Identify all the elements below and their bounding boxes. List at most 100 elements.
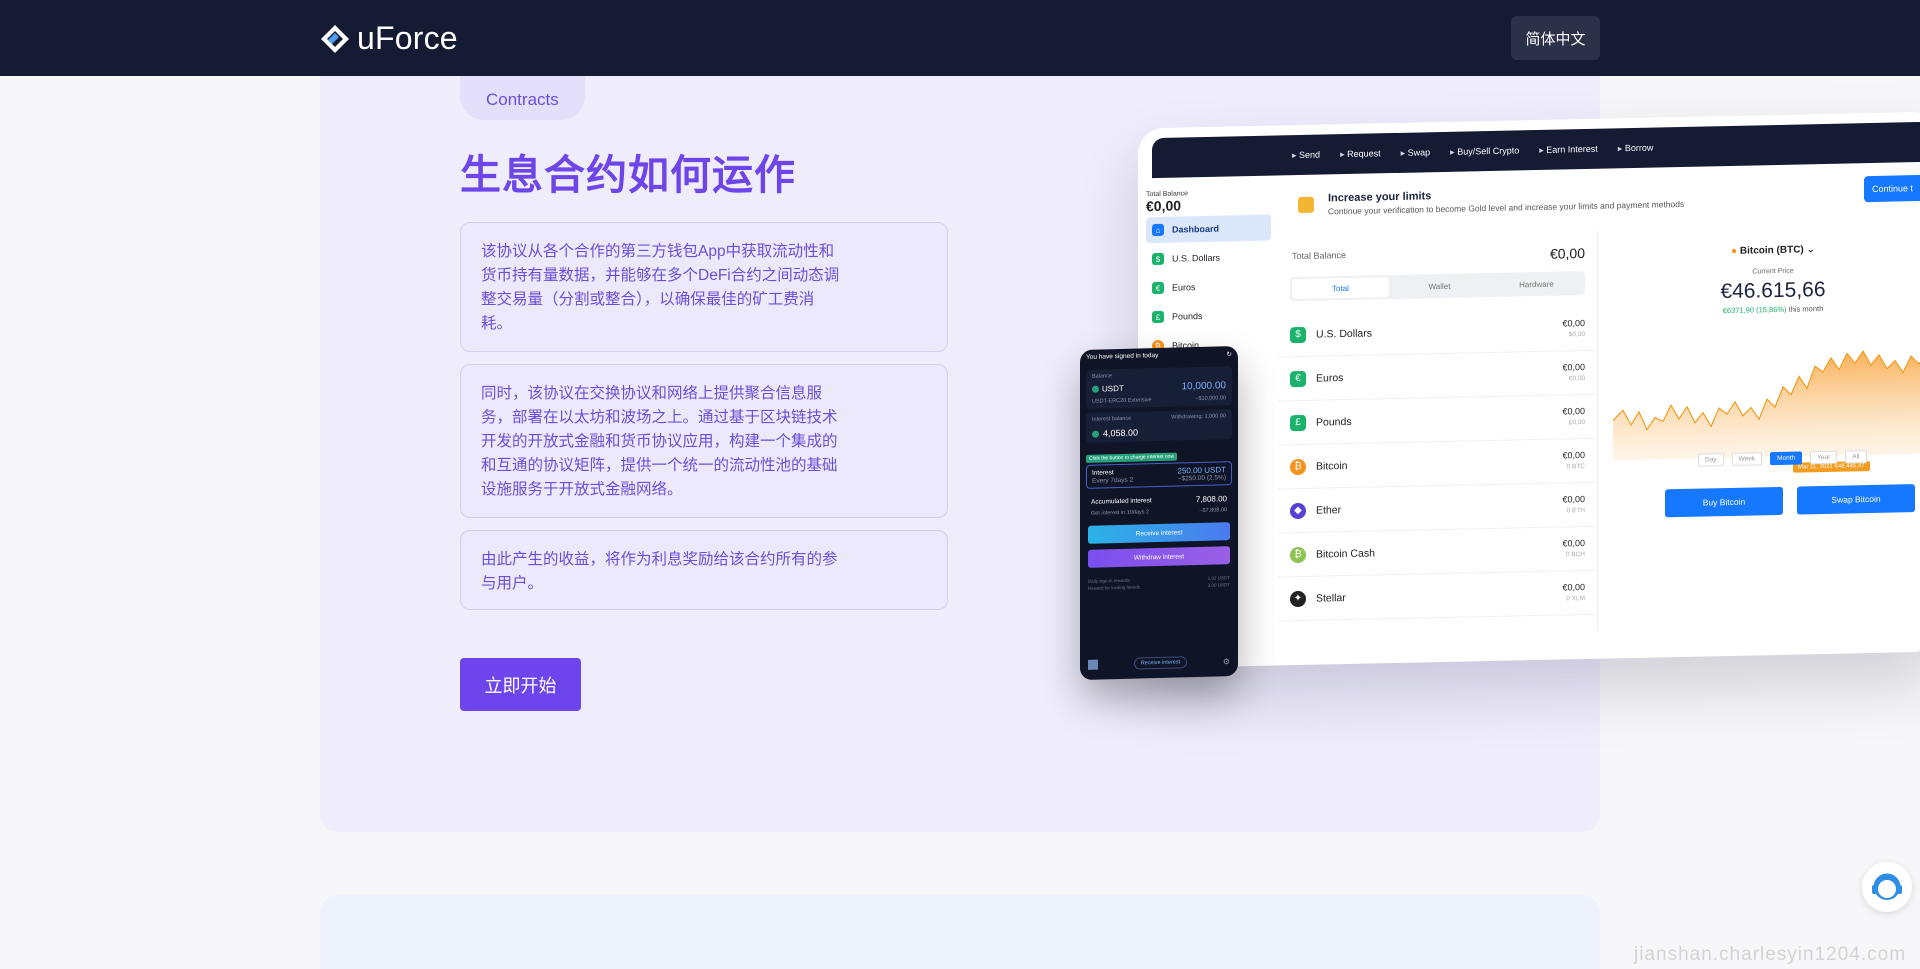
coin-label: Bitcoin (BTC) [1739, 244, 1804, 257]
mockup-sidebar-label: Pounds [1172, 311, 1203, 322]
usdt-icon [1092, 385, 1099, 393]
settings-icon: ⚙ [1222, 656, 1230, 666]
asset-icon: $ [1290, 326, 1306, 343]
paragraph-text: 同时，该协议在交换协议和网络上提供聚合信息服务，部署在以太坊和波场之上。通过基于… [481, 385, 838, 498]
current-price: €46.615,66 [1720, 277, 1826, 304]
brand-name: uForce [357, 20, 458, 56]
asset-name: Ether [1316, 503, 1342, 517]
asset-name: U.S. Dollars [1316, 326, 1373, 341]
phone-acc-sub: Get interest in 10days 2 [1091, 509, 1150, 517]
asset-sub-value: 0 BCH [1565, 550, 1585, 558]
asset-sub-value: 0 BTC [1566, 462, 1585, 470]
asset-row: € Euros €0,00 €0,00 [1278, 350, 1597, 402]
phone-coin: USDT [1092, 384, 1124, 394]
list-balance: €0,00 [1549, 245, 1585, 262]
asset-sub-value: 0 ETH [1566, 506, 1585, 514]
phone-footer-list: Daily sign-in rewards 1.02 USDT Reward fo… [1088, 574, 1230, 592]
next-section [320, 895, 1600, 969]
paragraph-text: 由此产生的收益，将作为利息奖励给该合约所有的参与用户。 [481, 551, 838, 592]
mockup-swap-button: Swap Bitcoin [1797, 484, 1915, 515]
phone-balance-sub: USDT-ERC20 Extensive [1092, 397, 1152, 405]
asset-sub-value: $0,00 [1568, 330, 1585, 338]
phone-balance-sub-right: ~$10,000.00 [1195, 395, 1226, 403]
dollar-icon: $ [1152, 252, 1164, 266]
phone-every: Every 7days 2 [1092, 476, 1134, 485]
mockup-tab: Wallet [1428, 281, 1451, 291]
top-navbar: uForce 简体中文 [0, 0, 1920, 76]
coin-selector: ● Bitcoin (BTC) ⌄ [1613, 242, 1920, 260]
phone-interest-label: Interest balance [1092, 415, 1132, 423]
mockup-tab: Hardware [1519, 279, 1554, 289]
phone-hint-tag: Click the button to charge interest now [1086, 452, 1178, 463]
asset-icon: ₿ [1290, 546, 1306, 563]
bitcoin-icon: ● [1731, 245, 1738, 257]
usdt-icon [1092, 430, 1099, 438]
asset-value: €0,00 [1562, 581, 1585, 592]
pound-icon: £ [1152, 310, 1164, 324]
mockup-tab: Total [1292, 277, 1389, 300]
logo-icon [321, 24, 349, 53]
asset-name: Euros [1316, 371, 1344, 385]
info-paragraph-1: 该协议从各个合作的第三方钱包App中获取流动性和货币持有量数据，并能够在多个De… [460, 222, 948, 352]
asset-row: $ U.S. Dollars €0,00 $0,00 [1278, 306, 1597, 358]
phone-every-sub: ~$250.00 (2.5%) [1177, 474, 1226, 483]
range-option: All [1845, 450, 1867, 464]
mockup-nav-item: Borrow [1618, 142, 1654, 154]
asset-row: ✦ Stellar €0,00 0 XLM [1278, 570, 1597, 622]
paragraph-text: 该协议从各个合作的第三方钱包App中获取流动性和货币持有量数据，并能够在多个De… [481, 243, 840, 332]
mockup-sidebar-item: $ U.S. Dollars [1146, 244, 1271, 273]
phone-accumulated: Accumulated interest 7,808.00 Get intere… [1086, 491, 1232, 520]
range-option: Week [1731, 452, 1763, 466]
asset-value: €0,00 [1562, 493, 1585, 504]
asset-icon: £ [1290, 414, 1306, 431]
phone-withdrawing: Withdrawing: 1,000.00 [1171, 413, 1226, 421]
phone-bottom-receive: Receive interest [1133, 656, 1188, 670]
asset-icon: ✦ [1290, 590, 1306, 607]
gold-badge-icon [1298, 196, 1314, 214]
customer-support-button[interactable] [1862, 862, 1912, 912]
mockup-nav-item: Earn Interest [1539, 143, 1598, 155]
phone-bottom-bar: Receive interest ⚙ [1080, 646, 1238, 680]
page: uForce 简体中文 Contracts 生息合约如何运作 该协议从各个合作的… [0, 0, 1920, 969]
phone-interest-balance: 4,058.00 [1103, 427, 1139, 439]
language-switch-button[interactable]: 简体中文 [1511, 16, 1600, 60]
headset-icon [1872, 873, 1902, 900]
asset-name: Stellar [1316, 591, 1346, 605]
asset-sub-value: 0 XLM [1566, 594, 1585, 602]
price-change-value: €6371,90 (15,86%) [1722, 304, 1787, 316]
asset-sub-value: £0,00 [1568, 418, 1585, 426]
price-area-chart [1613, 350, 1920, 461]
mockup-asset-list: Total Balance €0,00 Total Wallet Hardwar… [1278, 230, 1598, 638]
asset-name: Bitcoin [1316, 459, 1348, 473]
asset-value: €0,00 [1562, 449, 1585, 460]
asset-row: ₿ Bitcoin €0,00 0 BTC [1278, 438, 1597, 490]
list-balance-label: Total Balance [1292, 250, 1347, 262]
asset-row: ₿ Bitcoin Cash €0,00 0 BCH [1278, 526, 1597, 578]
get-started-button[interactable]: 立即开始 [460, 658, 581, 711]
asset-value: €0,00 [1562, 405, 1585, 416]
phone-signed-text: You have signed in today [1086, 352, 1159, 361]
phone-mockup: You have signed in today ↻ Balance USDT … [1080, 345, 1238, 681]
mockup-balance: €0,00 [1146, 197, 1182, 215]
asset-icon: € [1290, 370, 1306, 387]
mockup-buy-button: Buy Bitcoin [1665, 486, 1783, 518]
mockup-limits-banner: Increase your limits Continue your verif… [1284, 167, 1920, 231]
phone-status: You have signed in today ↻ [1080, 346, 1238, 366]
home-icon: ⌂ [1152, 223, 1164, 237]
asset-name: Pounds [1316, 415, 1352, 429]
info-paragraph-3: 由此产生的收益，将作为利息奖励给该合约所有的参与用户。 [460, 530, 948, 610]
section-title: 生息合约如何运作 [460, 152, 796, 198]
phone-foot-label: Reward for inviting friends [1088, 584, 1141, 591]
mockup-sidebar-item: £ Pounds [1146, 302, 1271, 331]
brand-logo[interactable]: uForce [319, 20, 458, 57]
mockup-nav-item: Send [1292, 149, 1320, 161]
phone-interest: Interest [1092, 469, 1114, 477]
chevron-down-icon: ⌄ [1806, 244, 1815, 256]
phone-withdraw-button: Withdraw interest [1088, 546, 1230, 568]
range-option: Month [1770, 451, 1803, 466]
asset-sub-value: €0,00 [1568, 374, 1585, 382]
phone-balance: 10,000.00 [1181, 380, 1227, 393]
phone-acc-value: 7,808.00 [1195, 494, 1227, 505]
mockup-price-panel: ● Bitcoin (BTC) ⌄ Current Price €46.615,… [1613, 224, 1920, 561]
asset-name: Bitcoin Cash [1316, 546, 1375, 561]
